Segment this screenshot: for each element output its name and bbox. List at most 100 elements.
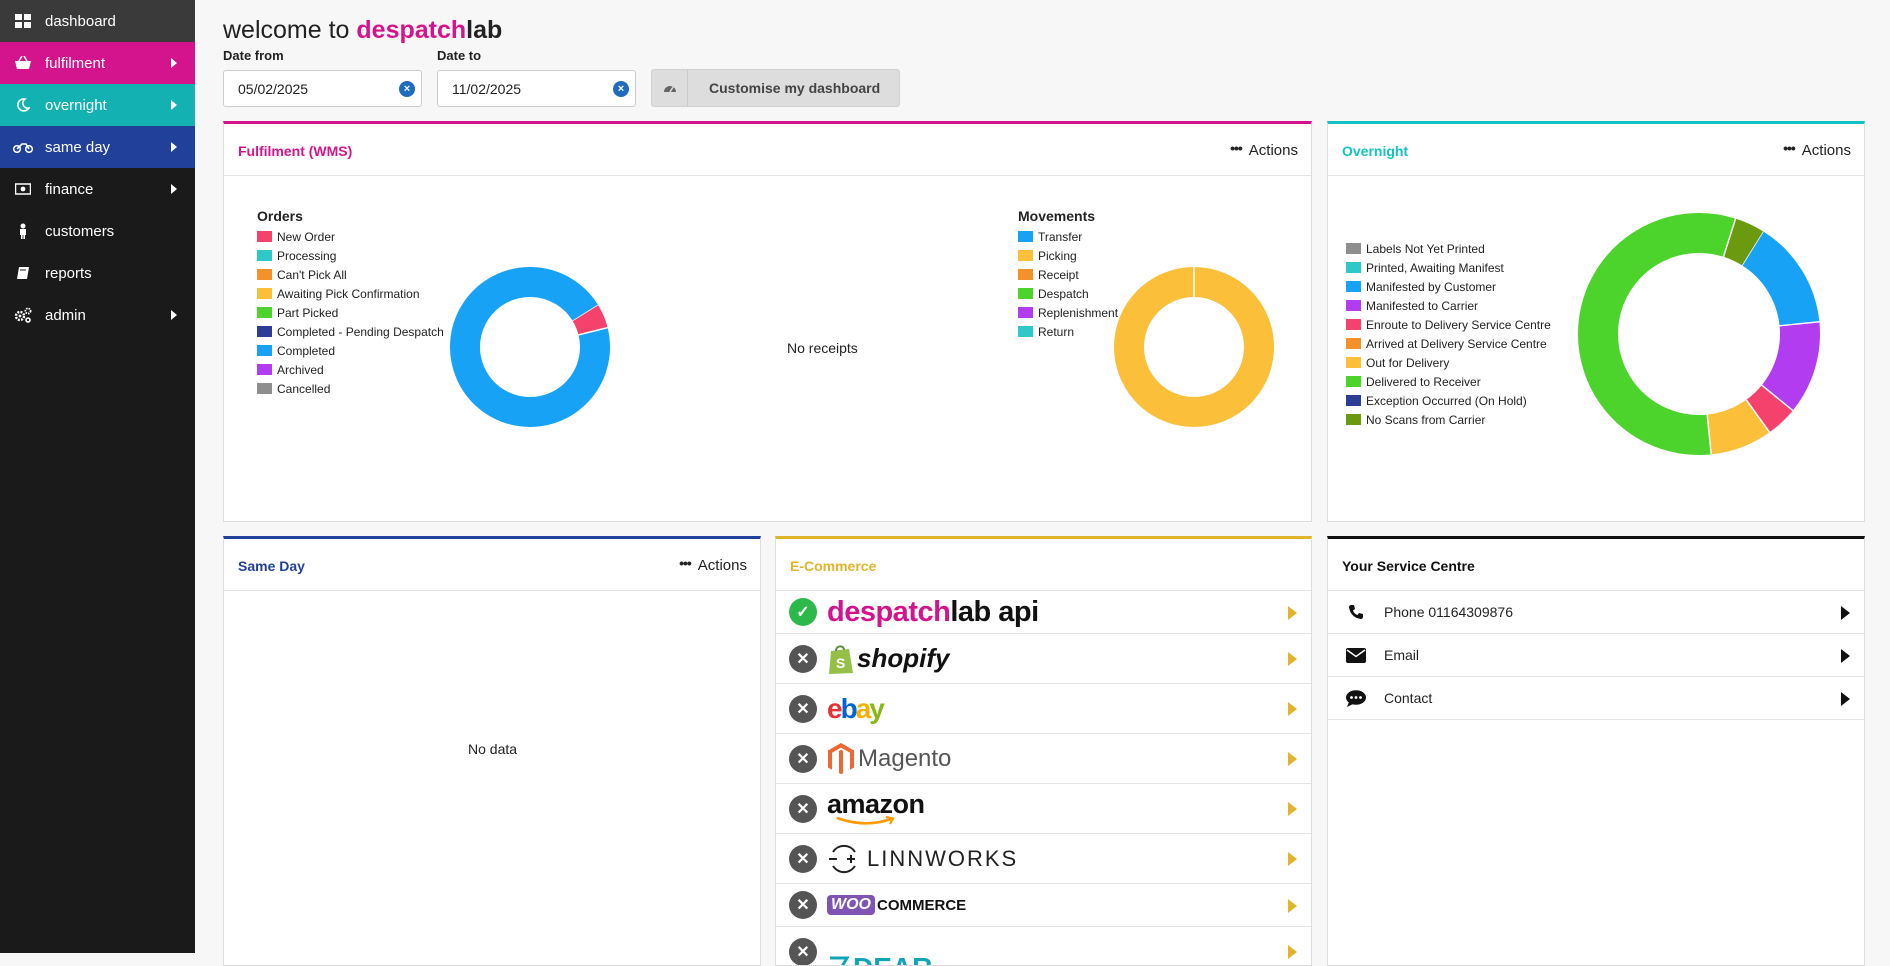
- ecommerce-title: E-Commerce: [790, 558, 876, 574]
- main-content: welcome to despatchlab Date from 05/02/2…: [195, 0, 1890, 953]
- legend-item[interactable]: No Scans from Carrier: [1346, 410, 1551, 429]
- legend-item[interactable]: Manifested to Carrier: [1346, 296, 1551, 315]
- legend-swatch: [257, 345, 272, 356]
- caret-right-icon[interactable]: [1288, 652, 1297, 666]
- basket-icon: [0, 56, 45, 70]
- date-from-field[interactable]: 05/02/2025 ×: [223, 70, 422, 107]
- linnworks-icon: [827, 842, 861, 876]
- legend-item[interactable]: Archived: [257, 360, 444, 379]
- sameday-panel: Same Day ••• Actions No data: [223, 536, 761, 966]
- caret-right-icon[interactable]: [1288, 802, 1297, 816]
- legend-item[interactable]: Part Picked: [257, 303, 444, 322]
- donut-slice-enroute-to-delivery-service-centre[interactable]: [1758, 394, 1777, 419]
- legend-item[interactable]: Exception Occurred (On Hold): [1346, 391, 1551, 410]
- legend-label: Awaiting Pick Confirmation: [277, 287, 420, 301]
- legend-label: Labels Not Yet Printed: [1366, 242, 1485, 256]
- sidebar-item-admin[interactable]: admin: [0, 294, 195, 336]
- legend-swatch: [1346, 357, 1361, 368]
- customise-dashboard-button[interactable]: Customise my dashboard: [651, 69, 900, 107]
- caret-right-icon[interactable]: [1841, 692, 1850, 706]
- movements-title: Movements: [1018, 208, 1095, 224]
- legend-item[interactable]: Can't Pick All: [257, 265, 444, 284]
- caret-right-icon[interactable]: [1841, 606, 1850, 620]
- legend-item[interactable]: Picking: [1018, 246, 1118, 265]
- cogs-icon: [0, 307, 45, 323]
- legend-item[interactable]: Arrived at Delivery Service Centre: [1346, 334, 1551, 353]
- legend-item[interactable]: Cancelled: [257, 379, 444, 398]
- legend-label: Replenishment: [1038, 306, 1118, 320]
- caret-right-icon: [171, 184, 177, 194]
- integration-row-shopify[interactable]: ✕Sshopify: [776, 634, 1311, 684]
- sameday-actions-button[interactable]: ••• Actions: [679, 557, 747, 574]
- sidebar-item-same-day[interactable]: same day: [0, 126, 195, 168]
- clear-date-to-icon[interactable]: ×: [613, 81, 629, 97]
- donut-slice-manifested-to-carrier[interactable]: [1760, 324, 1817, 398]
- integration-row-dear[interactable]: ✕DEAR: [776, 927, 1311, 966]
- legend-item[interactable]: Printed, Awaiting Manifest: [1346, 258, 1551, 277]
- legend-item[interactable]: Completed: [257, 341, 444, 360]
- integration-row-magento[interactable]: ✕Magento: [776, 734, 1311, 784]
- date-from-label: Date from: [223, 48, 284, 63]
- legend-item[interactable]: Delivered to Receiver: [1346, 372, 1551, 391]
- integration-row-woocommerce[interactable]: ✕WOOCOMMERCE: [776, 884, 1311, 927]
- sidebar-item-fulfilment[interactable]: fulfilment: [0, 42, 195, 84]
- donut-slice-no-scans-from-carrier[interactable]: [1730, 235, 1753, 251]
- x-circle-icon: ✕: [789, 938, 817, 966]
- fulfilment-panel: Fulfilment (WMS) ••• Actions Orders New …: [223, 121, 1312, 522]
- caret-right-icon[interactable]: [1288, 899, 1297, 913]
- sidebar-item-overnight[interactable]: overnight: [0, 84, 195, 126]
- legend-swatch: [257, 231, 272, 242]
- caret-right-icon[interactable]: [1288, 852, 1297, 866]
- legend-item[interactable]: Out for Delivery: [1346, 353, 1551, 372]
- legend-label: No Scans from Carrier: [1366, 413, 1485, 427]
- legend-item[interactable]: Manifested by Customer: [1346, 277, 1551, 296]
- linnworks-logo: LINNWORKS: [827, 842, 1018, 876]
- overnight-actions-button[interactable]: ••• Actions: [1783, 142, 1851, 159]
- legend-swatch: [1346, 281, 1361, 292]
- integration-row-amazon[interactable]: ✕amazon: [776, 784, 1311, 834]
- legend-item[interactable]: Transfer: [1018, 227, 1118, 246]
- legend-item[interactable]: Despatch: [1018, 284, 1118, 303]
- caret-right-icon[interactable]: [1288, 945, 1297, 959]
- legend-item[interactable]: Receipt: [1018, 265, 1118, 284]
- legend-label: Part Picked: [277, 306, 338, 320]
- ecommerce-panel-header: E-Commerce: [776, 539, 1311, 591]
- legend-item[interactable]: Labels Not Yet Printed: [1346, 239, 1551, 258]
- integration-row-linnworks[interactable]: ✕LINNWORKS: [776, 834, 1311, 884]
- sidebar-item-finance[interactable]: finance: [0, 168, 195, 210]
- service-item-chat[interactable]: Contact: [1328, 677, 1864, 720]
- clear-date-from-icon[interactable]: ×: [399, 81, 415, 97]
- integration-row-ebay[interactable]: ✕ebay: [776, 684, 1311, 734]
- service-item-phone[interactable]: Phone 01164309876: [1328, 591, 1864, 634]
- caret-right-icon[interactable]: [1288, 702, 1297, 716]
- shopify-bag-icon: S: [827, 643, 855, 675]
- donut-slice-new-order[interactable]: [582, 313, 595, 332]
- legend-item[interactable]: Awaiting Pick Confirmation: [257, 284, 444, 303]
- legend-item[interactable]: Enroute to Delivery Service Centre: [1346, 315, 1551, 334]
- service-item-envelope[interactable]: Email: [1328, 634, 1864, 677]
- legend-swatch: [1018, 231, 1033, 242]
- caret-right-icon[interactable]: [1288, 752, 1297, 766]
- brand-despatch: despatch: [356, 16, 466, 44]
- motorbike-icon: [0, 141, 45, 153]
- donut-slice-completed[interactable]: [440, 257, 619, 436]
- legend-item[interactable]: Processing: [257, 246, 444, 265]
- donut-slice-picking[interactable]: [1129, 282, 1259, 412]
- legend-swatch: [1346, 262, 1361, 273]
- book-icon: [0, 266, 45, 280]
- legend-swatch: [257, 364, 272, 375]
- legend-item[interactable]: New Order: [257, 227, 444, 246]
- caret-right-icon[interactable]: [1288, 606, 1297, 620]
- fulfilment-actions-button[interactable]: ••• Actions: [1230, 142, 1298, 159]
- date-to-field[interactable]: 11/02/2025 ×: [437, 70, 636, 107]
- x-circle-icon: ✕: [789, 891, 817, 919]
- integration-row-despatchlab-api[interactable]: ✓despatchlab api: [776, 591, 1311, 634]
- sidebar-item-customers[interactable]: customers: [0, 210, 195, 252]
- legend-item[interactable]: Replenishment: [1018, 303, 1118, 322]
- sidebar-item-dashboard[interactable]: dashboard: [0, 0, 195, 42]
- sidebar-item-reports[interactable]: reports: [0, 252, 195, 294]
- legend-item[interactable]: Completed - Pending Despatch: [257, 322, 444, 341]
- ellipsis-icon: •••: [679, 555, 691, 571]
- caret-right-icon[interactable]: [1841, 649, 1850, 663]
- legend-item[interactable]: Return: [1018, 322, 1118, 341]
